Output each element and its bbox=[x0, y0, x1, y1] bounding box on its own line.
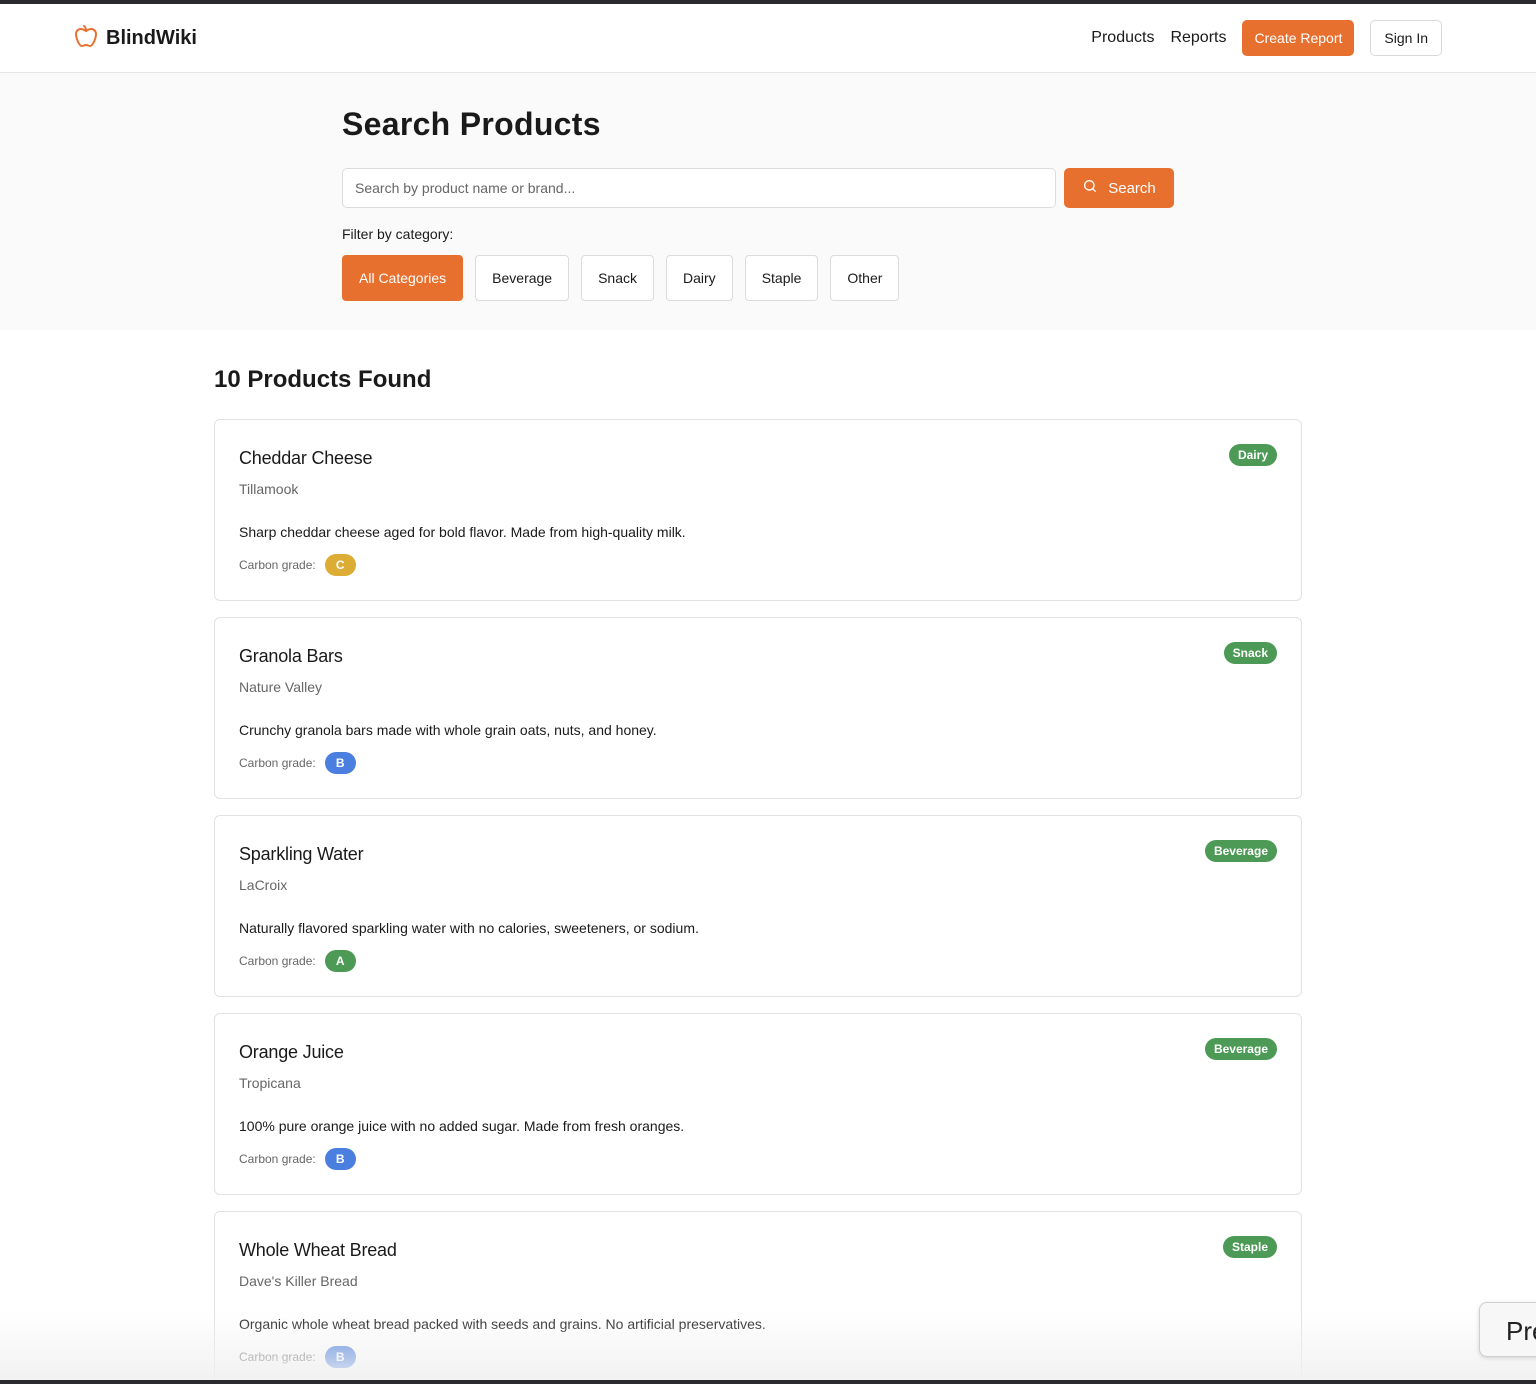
search-input[interactable] bbox=[342, 168, 1056, 208]
carbon-grade: Carbon grade: B bbox=[239, 1346, 1277, 1368]
carbon-grade-label: Carbon grade: bbox=[239, 558, 316, 572]
product-name[interactable]: Granola Bars bbox=[239, 646, 1277, 667]
search-section: Search Products Search Filter by categor… bbox=[0, 73, 1536, 330]
product-description: Crunchy granola bars made with whole gra… bbox=[239, 722, 657, 738]
product-brand: Nature Valley bbox=[239, 679, 323, 695]
carbon-grade-label: Carbon grade: bbox=[239, 756, 316, 770]
product-description: Sharp cheddar cheese aged for bold flavo… bbox=[239, 524, 686, 540]
product-card[interactable]: Orange Juice Tropicana 100% pure orange … bbox=[214, 1013, 1302, 1195]
product-list: Cheddar Cheese Tillamook Sharp cheddar c… bbox=[214, 419, 1302, 1384]
brand-name: BlindWiki bbox=[106, 26, 197, 49]
window-bottom-bar bbox=[0, 1380, 1536, 1384]
category-badge: Snack bbox=[1223, 642, 1277, 664]
carbon-grade-label: Carbon grade: bbox=[239, 1152, 316, 1166]
product-description: Naturally flavored sparkling water with … bbox=[239, 920, 699, 936]
filter-label: Filter by category: bbox=[342, 226, 454, 242]
product-brand: LaCroix bbox=[239, 877, 288, 893]
product-description: 100% pure orange juice with no added sug… bbox=[239, 1118, 685, 1134]
category-chip-other[interactable]: Other bbox=[830, 255, 900, 301]
category-chip-beverage[interactable]: Beverage bbox=[475, 255, 570, 301]
category-badge: Beverage bbox=[1204, 840, 1277, 862]
category-badge: Dairy bbox=[1228, 444, 1277, 466]
carbon-grade-badge: C bbox=[324, 554, 356, 576]
category-filter: All Categories Beverage Snack Dairy Stap… bbox=[342, 255, 1536, 301]
product-description: Organic whole wheat bread packed with se… bbox=[239, 1316, 766, 1332]
navbar: BlindWiki Products Reports Create Report… bbox=[0, 4, 1536, 73]
page-title: Search Products bbox=[342, 106, 601, 142]
category-badge: Beverage bbox=[1204, 1038, 1277, 1060]
floating-panel-tab[interactable]: Pre bbox=[1479, 1302, 1536, 1357]
carbon-grade: Carbon grade: C bbox=[239, 554, 1277, 576]
product-brand: Tropicana bbox=[239, 1075, 301, 1091]
search-button-label: Search bbox=[1108, 179, 1156, 197]
category-chip-staple[interactable]: Staple bbox=[744, 255, 819, 301]
results-count: 10 Products Found bbox=[214, 366, 432, 393]
carbon-grade: Carbon grade: A bbox=[239, 950, 1277, 972]
create-report-button[interactable]: Create Report bbox=[1242, 20, 1355, 56]
carbon-grade: Carbon grade: B bbox=[239, 1148, 1277, 1170]
search-button[interactable]: Search bbox=[1064, 168, 1174, 208]
search-bar: Search bbox=[342, 168, 1536, 208]
carbon-grade-badge: A bbox=[324, 950, 356, 972]
carbon-grade-label: Carbon grade: bbox=[239, 1350, 316, 1364]
brand[interactable]: BlindWiki bbox=[74, 24, 197, 53]
carbon-grade-label: Carbon grade: bbox=[239, 954, 316, 968]
apple-icon bbox=[74, 24, 98, 53]
category-chip-all[interactable]: All Categories bbox=[342, 255, 464, 301]
carbon-grade: Carbon grade: B bbox=[239, 752, 1277, 774]
category-badge: Staple bbox=[1222, 1236, 1277, 1258]
carbon-grade-badge: B bbox=[324, 1346, 356, 1368]
category-chip-snack[interactable]: Snack bbox=[581, 255, 655, 301]
category-chip-dairy[interactable]: Dairy bbox=[666, 255, 733, 301]
search-icon bbox=[1082, 178, 1098, 198]
product-brand: Dave's Killer Bread bbox=[239, 1273, 358, 1289]
carbon-grade-badge: B bbox=[324, 1148, 356, 1170]
product-name[interactable]: Orange Juice bbox=[239, 1042, 1277, 1063]
product-brand: Tillamook bbox=[239, 481, 299, 497]
nav-reports-link[interactable]: Reports bbox=[1170, 29, 1226, 47]
product-card[interactable]: Whole Wheat Bread Dave's Killer Bread Or… bbox=[214, 1211, 1302, 1384]
results-section: 10 Products Found Cheddar Cheese Tillamo… bbox=[0, 330, 1536, 1384]
product-card[interactable]: Granola Bars Nature Valley Crunchy grano… bbox=[214, 617, 1302, 799]
product-name[interactable]: Sparkling Water bbox=[239, 844, 1277, 865]
nav-products-link[interactable]: Products bbox=[1091, 29, 1154, 47]
nav-menu: Products Reports Create Report Sign In bbox=[1091, 20, 1442, 56]
sign-in-button[interactable]: Sign In bbox=[1370, 20, 1442, 56]
product-name[interactable]: Whole Wheat Bread bbox=[239, 1240, 1277, 1261]
product-name[interactable]: Cheddar Cheese bbox=[239, 448, 1277, 469]
carbon-grade-badge: B bbox=[324, 752, 356, 774]
product-card[interactable]: Cheddar Cheese Tillamook Sharp cheddar c… bbox=[214, 419, 1302, 601]
product-card[interactable]: Sparkling Water LaCroix Naturally flavor… bbox=[214, 815, 1302, 997]
